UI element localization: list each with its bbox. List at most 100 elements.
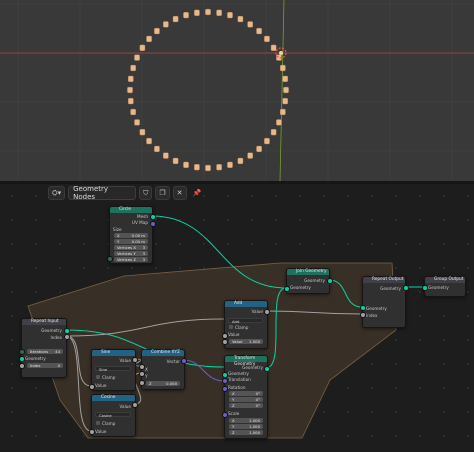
circle-node[interactable]: Circle Mesh UV Map Size X 0.00 m Y 0.00 m … (109, 206, 153, 264)
combine-vector-output-label: Vector (166, 359, 180, 364)
size-input-label: Size (113, 227, 122, 232)
socket-repeat-output-index-in[interactable] (360, 312, 366, 318)
add-operation-dropdown[interactable]: Add (228, 318, 263, 324)
viewport-canvas[interactable] (0, 0, 474, 181)
socket-transform-out[interactable] (264, 366, 270, 372)
group-output-header[interactable]: Group Output (425, 277, 465, 283)
group-output-node[interactable]: Group Output Geometry (424, 276, 466, 297)
transform-geometry-node[interactable]: Transform Geometry Geometry Geometry Tra… (224, 355, 268, 439)
socket-iterations-in[interactable] (19, 349, 25, 355)
sine-operation-dropdown[interactable]: Sine (95, 366, 131, 372)
shield-icon[interactable]: ⛉ (139, 186, 153, 200)
sine-value-input-label: Value (95, 383, 107, 388)
close-icon[interactable]: ✕ (172, 186, 187, 200)
cosine-node-header[interactable]: Cosine (92, 395, 135, 401)
socket-scale-in[interactable] (222, 412, 228, 418)
add-clamp-checkbox[interactable] (229, 325, 233, 329)
pin-icon[interactable]: 📌 (190, 187, 205, 199)
cosine-math-node[interactable]: Cosine Value Cosine Clamp Value (91, 394, 136, 437)
sine-node-header[interactable]: Sine (92, 350, 135, 356)
scale-x-field[interactable]: X 1.000 (229, 418, 263, 423)
scale-y-field[interactable]: Y 1.000 (229, 424, 263, 429)
3d-viewport[interactable] (0, 0, 474, 181)
radius-x-field[interactable]: X 0.00 m (114, 233, 148, 238)
socket-repeat-output-geometry-in[interactable] (360, 305, 366, 311)
socket-rotation-in[interactable] (222, 386, 228, 392)
add-value-field[interactable]: Value 1.000 (229, 339, 263, 344)
socket-repeat-input-index-out[interactable] (64, 334, 70, 340)
vertices-y-field[interactable]: Vertices Y3 (114, 251, 148, 256)
socket-sine-in[interactable] (89, 384, 95, 390)
socket-group-output-in[interactable] (422, 285, 428, 291)
sine-clamp-checkbox[interactable] (96, 375, 100, 379)
combine-z-field[interactable]: Z 0.000 (146, 381, 180, 386)
socket-combine-out[interactable] (181, 358, 187, 364)
rotation-y-field[interactable]: Y 0° (229, 397, 263, 402)
point-instance (130, 64, 136, 72)
scale-z-field[interactable]: Z 1.000 (229, 430, 263, 435)
point-instance (237, 157, 244, 165)
point-instance (256, 27, 262, 35)
socket-translation-in[interactable] (222, 378, 228, 384)
index-field[interactable]: Index 0 (27, 363, 63, 368)
repeat-input-node[interactable]: Repeat Input Geometry Index Iterations 44… (21, 318, 67, 378)
sine-math-node[interactable]: Sine Value Sine Clamp Value (91, 349, 136, 391)
point-instance (270, 44, 277, 51)
vertices-x-field[interactable]: Vertices X3 (114, 245, 148, 250)
point-instance (256, 145, 262, 153)
combine-xyz-node[interactable]: Combine XYZ Vector X Y Z 0.000 (141, 349, 185, 390)
duplicate-icon[interactable]: ❐ (155, 186, 170, 200)
cosine-operation-dropdown[interactable]: Cosine (95, 412, 131, 418)
vertices-z-field[interactable]: Vertices Z3 (114, 257, 148, 262)
add-math-node[interactable]: Add Value Add Clamp Value Value 1.000 (224, 300, 268, 349)
repeat-input-header[interactable]: Repeat Input (22, 319, 66, 325)
socket-join-out[interactable] (327, 278, 333, 284)
socket-circle-uvmap-out[interactable] (150, 221, 156, 227)
combine-y-label: Y (145, 374, 148, 379)
socket-circle-vertices-in[interactable] (107, 256, 113, 262)
socket-repeat-output-out[interactable] (403, 285, 409, 291)
join-geometry-node[interactable]: Join Geometry Geometry Geometry (286, 268, 330, 294)
socket-join-in[interactable] (284, 286, 290, 292)
scale-label: Scale (228, 411, 240, 416)
combine-xyz-header[interactable]: Combine XYZ (142, 350, 184, 356)
point-instance (154, 27, 160, 35)
socket-sine-out[interactable] (132, 357, 138, 363)
add-node-header[interactable]: Add (225, 301, 267, 307)
socket-add-out[interactable] (264, 309, 270, 315)
socket-cosine-out[interactable] (132, 402, 138, 408)
repeat-output-header[interactable]: Repeat Output (363, 277, 405, 283)
point-instance (127, 75, 134, 82)
join-geometry-header[interactable]: Join Geometry (287, 269, 329, 275)
iterations-field[interactable]: Iterations 44 (27, 349, 63, 354)
socket-combine-x-in[interactable] (139, 364, 145, 370)
group-output-geometry-label: Geometry (428, 285, 449, 290)
point-instance (247, 152, 253, 159)
socket-combine-y-in[interactable] (139, 371, 145, 377)
socket-circle-mesh-out[interactable] (150, 214, 156, 220)
socket-repeat-input-index-in[interactable] (19, 363, 25, 369)
point-instance (276, 119, 282, 126)
socket-add-value2-in[interactable] (222, 339, 228, 345)
cosine-clamp-checkbox[interactable] (96, 421, 100, 425)
point-instance (282, 98, 289, 105)
socket-combine-z-in[interactable] (139, 380, 145, 386)
transform-node-header[interactable]: Transform Geometry (225, 356, 267, 367)
point-instance (134, 119, 140, 126)
repeat-output-geometry-label: Geometry (380, 286, 401, 291)
node-tree-icon[interactable]: ⛭▾ (48, 186, 66, 200)
rotation-z-field[interactable]: Z 0° (229, 403, 263, 408)
node-group-name-field[interactable]: Geometry Nodes (68, 185, 137, 201)
circle-node-header[interactable]: Circle (110, 207, 152, 213)
point-instance (247, 21, 253, 28)
socket-repeat-input-geometry-in[interactable] (19, 356, 25, 362)
add-clamp-label: Clamp (235, 325, 249, 330)
point-instance (282, 75, 289, 82)
point-instance (130, 108, 136, 116)
radius-y-field[interactable]: Y 0.00 m (114, 239, 148, 244)
sine-value-output-label: Value (119, 358, 132, 363)
point-instance (264, 35, 270, 43)
rotation-x-field[interactable]: X 0° (229, 391, 263, 396)
socket-cosine-in[interactable] (89, 429, 95, 435)
repeat-output-node[interactable]: Repeat Output Geometry Geometry Index (362, 276, 406, 328)
